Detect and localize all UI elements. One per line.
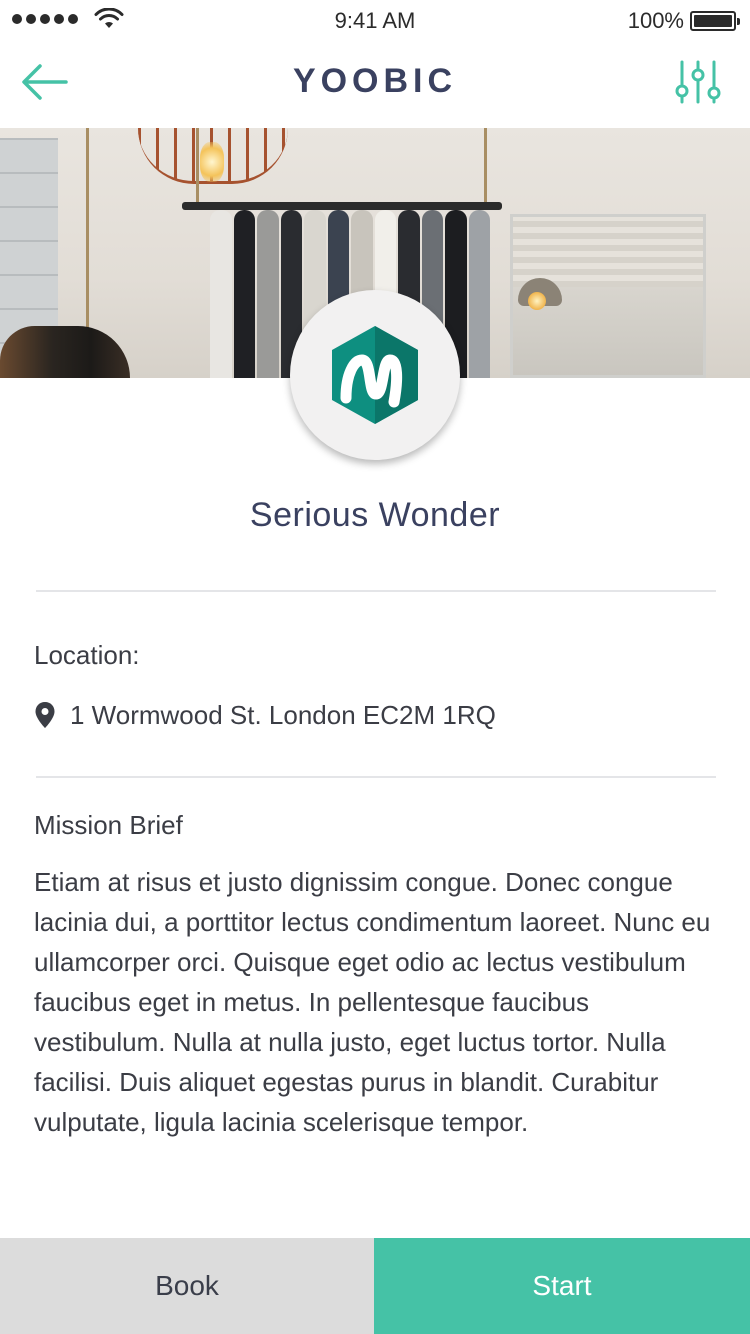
mission-brief-label: Mission Brief (34, 810, 183, 840)
battery-icon (690, 11, 740, 31)
navigation-bar: YOOBIC (0, 42, 750, 128)
store-name: Serious Wonder (249, 496, 501, 534)
divider (36, 776, 716, 778)
mission-brief-text: Etiam at risus et justo dignissim congue… (34, 867, 711, 1137)
battery-percent: 100% (627, 8, 684, 33)
action-bar: Book Start (0, 1238, 750, 1334)
app-title: YOOBIC (292, 62, 458, 100)
sliders-icon[interactable] (674, 58, 722, 106)
book-button[interactable]: Book (0, 1238, 374, 1334)
location-label: Location: (34, 640, 140, 670)
yoobic-logo-icon (332, 326, 418, 424)
store-logo-avatar (290, 290, 460, 460)
address-text: 1 Wormwood St. London EC2M 1RQ (70, 699, 496, 730)
map-pin-icon (35, 702, 55, 728)
divider (36, 590, 716, 592)
status-bar: 9:41 AM 100% (0, 0, 750, 42)
start-button[interactable]: Start (374, 1238, 750, 1334)
address-row[interactable]: 1 Wormwood St. London EC2M 1RQ (34, 698, 496, 732)
